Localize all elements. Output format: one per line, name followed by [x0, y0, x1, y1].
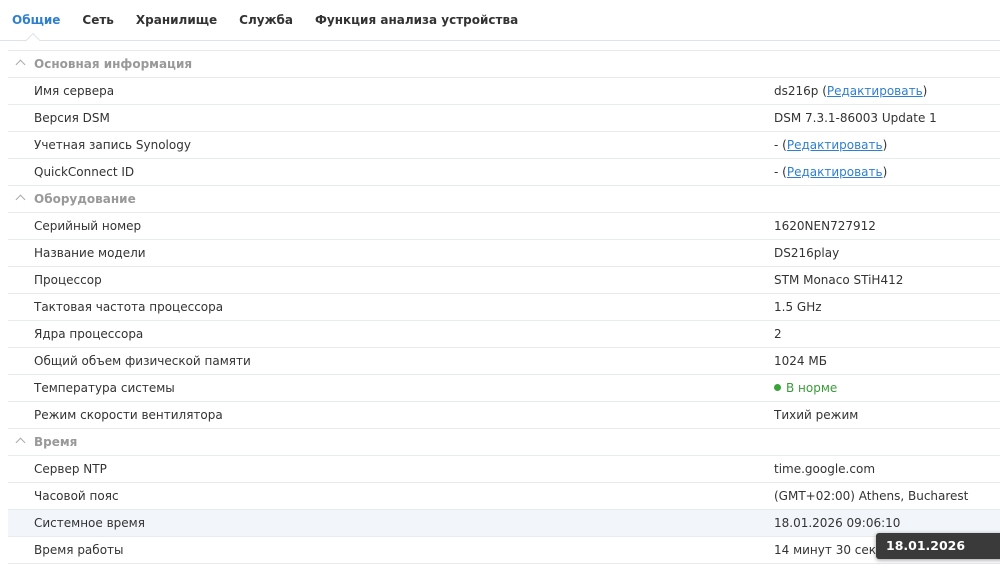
- row-label: Серийный номер: [34, 219, 142, 233]
- row-value: - (Редактировать): [774, 138, 888, 152]
- row-label: Температура системы: [34, 381, 175, 395]
- row-dsm-version: Версия DSM DSM 7.3.1-86003 Update 1: [8, 105, 1000, 132]
- account-value: -: [774, 138, 779, 152]
- row-value: 18.01.2026 09:06:10: [774, 516, 901, 530]
- row-label: Часовой пояс: [34, 489, 119, 503]
- tab-bar: Общие Сеть Хранилище Служба Функция анал…: [0, 0, 1000, 48]
- tab-service[interactable]: Служба: [239, 13, 293, 27]
- row-cpu-cores: Ядра процессора 2: [8, 321, 1000, 348]
- section-title: Оборудование: [34, 192, 136, 206]
- section-time-header[interactable]: Время: [8, 429, 1000, 456]
- row-value: STM Monaco STiH412: [774, 273, 904, 287]
- edit-account-link[interactable]: Редактировать: [787, 138, 883, 152]
- row-server-name: Имя сервера ds216p (Редактировать): [8, 78, 1000, 105]
- row-label: QuickConnect ID: [34, 165, 135, 179]
- row-system-time: Системное время 18.01.2026 09:06:10: [8, 510, 1000, 537]
- row-temperature: Температура системы В норме: [8, 375, 1000, 402]
- row-label: Время работы: [34, 543, 124, 557]
- tab-storage[interactable]: Хранилище: [136, 13, 217, 27]
- row-fan-mode: Режим скорости вентилятора Тихий режим: [8, 402, 1000, 429]
- row-label: Сервер NTP: [34, 462, 107, 476]
- row-label: Режим скорости вентилятора: [34, 408, 223, 422]
- row-value: - (Редактировать): [774, 165, 888, 179]
- row-value: 2: [774, 327, 782, 341]
- row-cpu-freq: Тактовая частота процессора 1.5 GHz: [8, 294, 1000, 321]
- row-value: DS216play: [774, 246, 840, 260]
- quickconnect-value: -: [774, 165, 779, 179]
- row-uptime: Время работы 14 минут 30 секунд: [8, 537, 1000, 564]
- tooltip: 18.01.2026 09:06:10: [876, 533, 1000, 579]
- row-label: Процессор: [34, 273, 102, 287]
- row-value: Тихий режим: [774, 408, 859, 422]
- active-tab-caret: [25, 32, 41, 48]
- info-list: Основная информация Имя сервера ds216p (Р…: [8, 51, 1000, 564]
- status-dot-icon: [774, 384, 781, 391]
- edit-server-name-link[interactable]: Редактировать: [827, 84, 923, 98]
- row-label: Название модели: [34, 246, 146, 260]
- section-basic-header[interactable]: Основная информация: [8, 51, 1000, 78]
- section-hardware-header[interactable]: Оборудование: [8, 186, 1000, 213]
- row-label: Системное время: [34, 516, 145, 530]
- row-value: 1.5 GHz: [774, 300, 822, 314]
- row-label: Имя сервера: [34, 84, 115, 98]
- row-value: ds216p (Редактировать): [774, 84, 928, 98]
- row-synology-account: Учетная запись Synology - (Редактировать): [8, 132, 1000, 159]
- row-serial: Серийный номер 1620NEN727912: [8, 213, 1000, 240]
- edit-quickconnect-link[interactable]: Редактировать: [787, 165, 883, 179]
- row-label: Версия DSM: [34, 111, 110, 125]
- chevron-up-icon: [15, 194, 26, 205]
- tab-device-analysis[interactable]: Функция анализа устройства: [315, 13, 518, 27]
- row-ntp: Сервер NTP time.google.com: [8, 456, 1000, 483]
- status-badge: В норме: [774, 381, 837, 395]
- row-label: Учетная запись Synology: [34, 138, 191, 152]
- row-model: Название модели DS216play: [8, 240, 1000, 267]
- row-label: Ядра процессора: [34, 327, 144, 341]
- row-memory: Общий объем физической памяти 1024 МБ: [8, 348, 1000, 375]
- server-name-value: ds216p: [774, 84, 819, 98]
- section-title: Основная информация: [34, 57, 193, 71]
- row-value: DSM 7.3.1-86003 Update 1: [774, 111, 937, 125]
- row-cpu: Процессор STM Monaco STiH412: [8, 267, 1000, 294]
- tab-general[interactable]: Общие: [12, 13, 60, 27]
- row-timezone: Часовой пояс (GMT+02:00) Athens, Buchares…: [8, 483, 1000, 510]
- row-value: 1024 МБ: [774, 354, 827, 368]
- chevron-up-icon: [15, 437, 26, 448]
- tab-network[interactable]: Сеть: [82, 13, 114, 27]
- row-value: (GMT+02:00) Athens, Bucharest: [774, 489, 969, 503]
- chevron-up-icon: [15, 59, 26, 70]
- row-value: 1620NEN727912: [774, 219, 876, 233]
- section-title: Время: [34, 435, 78, 449]
- status-text: В норме: [786, 381, 838, 395]
- row-value: time.google.com: [774, 462, 876, 476]
- row-label: Общий объем физической памяти: [34, 354, 251, 368]
- row-quickconnect: QuickConnect ID - (Редактировать): [8, 159, 1000, 186]
- row-label: Тактовая частота процессора: [34, 300, 224, 314]
